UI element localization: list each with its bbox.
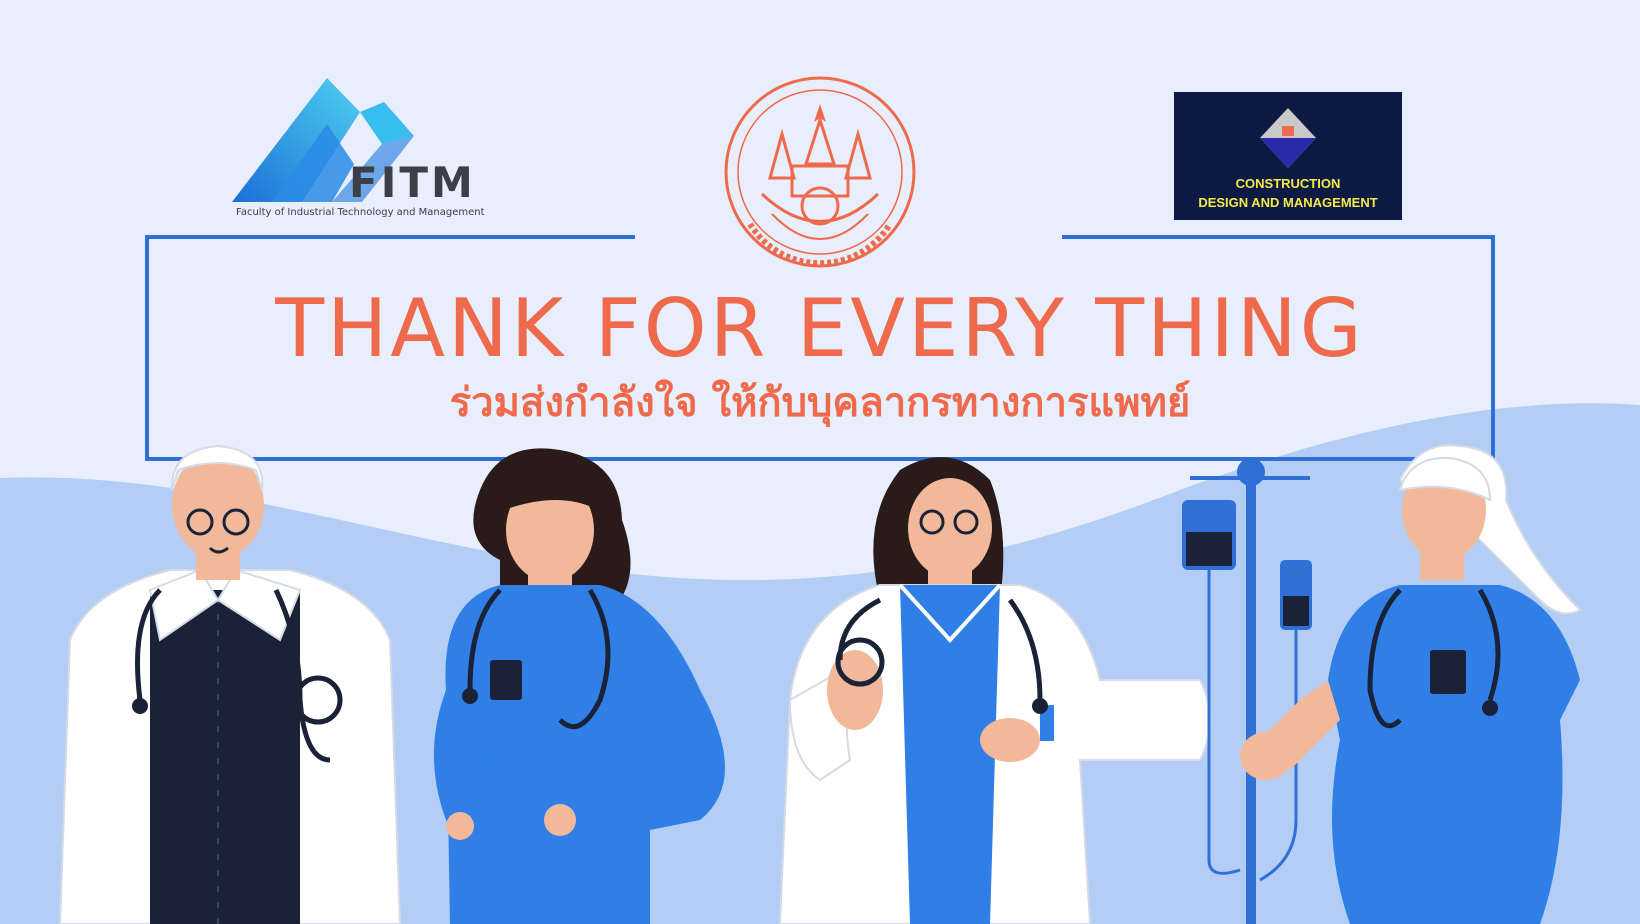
doctor-elderly-man — [58, 444, 402, 924]
doctor-woman-checking-watch — [778, 457, 1211, 924]
nurse-woman-hands-on-hips — [433, 448, 725, 924]
medical-staff-illustration — [58, 444, 1582, 924]
poster: FITM Faculty of Industrial Technology an… — [0, 0, 1640, 924]
nurse-elderly-woman — [1240, 444, 1582, 924]
